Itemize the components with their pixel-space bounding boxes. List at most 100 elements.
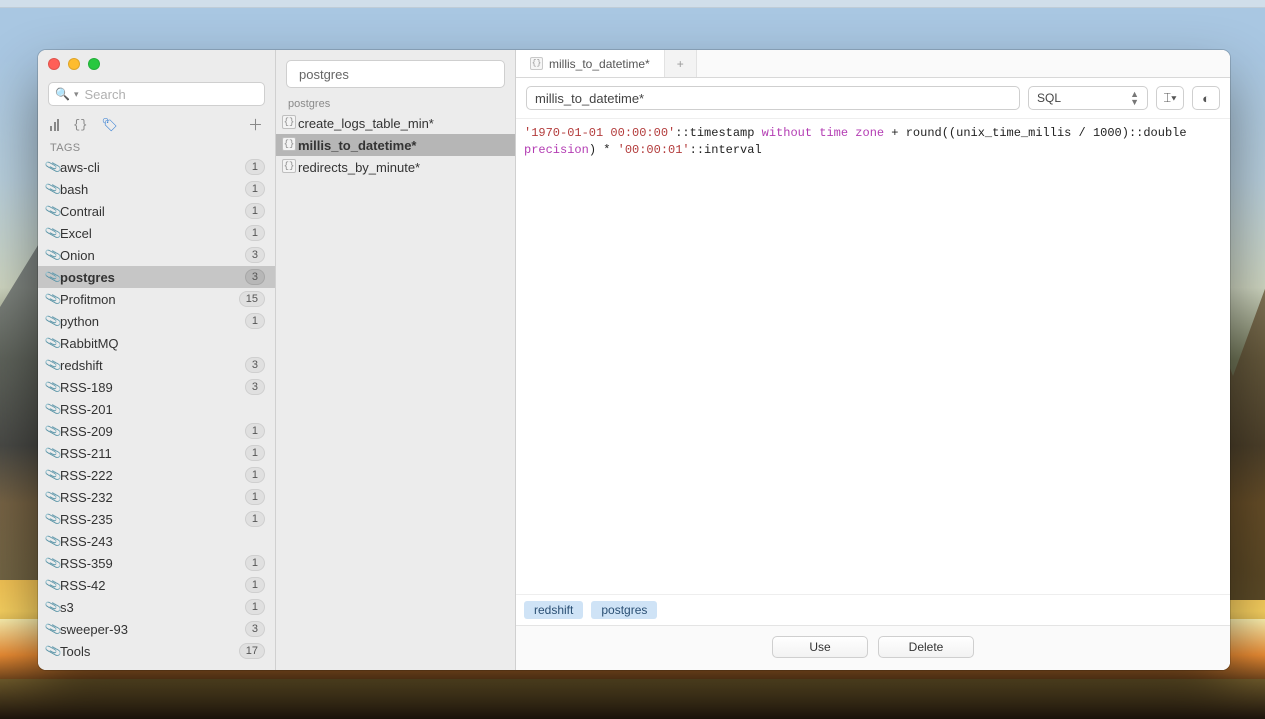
code-token: '00:00:01' xyxy=(618,143,690,157)
code-token: precision xyxy=(524,143,589,157)
editor-tab[interactable]: {} millis_to_datetime* xyxy=(516,50,665,77)
tag-count-badge: 1 xyxy=(245,599,265,615)
snippet-title-input[interactable] xyxy=(526,86,1020,110)
snippet-row[interactable]: {}redirects_by_minute* xyxy=(276,156,515,178)
tag-icon[interactable]: 🏷 xyxy=(101,117,118,133)
snippet-filter-field[interactable]: postgres xyxy=(286,60,505,88)
search-scope-chevron-icon[interactable]: ▾ xyxy=(74,89,79,100)
tag-count-badge: 1 xyxy=(245,489,265,505)
snippet-group-label: postgres xyxy=(276,94,515,112)
language-select[interactable]: SQL ▲▼ xyxy=(1028,86,1148,110)
delete-button[interactable]: Delete xyxy=(878,636,974,658)
tag-row[interactable]: 📎aws-cli1 xyxy=(38,156,275,178)
snippet-title: millis_to_datetime* xyxy=(298,138,417,153)
tag-row[interactable]: 📎RSS-2221 xyxy=(38,464,275,486)
snippet-list-panel: postgres postgres {}create_logs_table_mi… xyxy=(276,50,516,670)
tag-name: RSS-201 xyxy=(60,402,265,417)
tag-name: RSS-222 xyxy=(60,468,245,483)
tag-count-badge: 1 xyxy=(245,225,265,241)
code-token: + round((unix_time_millis / 1000)::doubl… xyxy=(884,126,1194,140)
tag-row[interactable]: 📎RSS-201 xyxy=(38,398,275,420)
tag-name: sweeper-93 xyxy=(60,622,245,637)
snippet-row[interactable]: {}millis_to_datetime* xyxy=(276,134,515,156)
tag-row[interactable]: 📎RSS-243 xyxy=(38,530,275,552)
traffic-lights xyxy=(48,58,100,70)
tag-name: RSS-211 xyxy=(60,446,245,461)
tag-name: RSS-189 xyxy=(60,380,245,395)
new-tab-button[interactable]: + xyxy=(665,50,697,77)
editor-toolbar: SQL ▲▼ ⌶▾ ◐ xyxy=(516,78,1230,118)
tag-row[interactable]: 📎Excel1 xyxy=(38,222,275,244)
tag-row[interactable]: 📎RSS-2351 xyxy=(38,508,275,530)
close-window-button[interactable] xyxy=(48,58,60,70)
editor-tab-title: millis_to_datetime* xyxy=(549,57,650,71)
tag-count-badge: 1 xyxy=(245,577,265,593)
tag-row[interactable]: 📎sweeper-933 xyxy=(38,618,275,640)
tag-name: RSS-232 xyxy=(60,490,245,505)
sidebar-mode-switcher: {} 🏷 ＋ xyxy=(38,112,275,139)
tag-row[interactable]: 📎RSS-2321 xyxy=(38,486,275,508)
minimize-window-button[interactable] xyxy=(68,58,80,70)
snippet-list: {}create_logs_table_min*{}millis_to_date… xyxy=(276,112,515,178)
tag-row[interactable]: 📎RSS-1893 xyxy=(38,376,275,398)
search-input[interactable] xyxy=(82,86,262,103)
tag-count-badge: 3 xyxy=(245,621,265,637)
tag-count-badge: 3 xyxy=(245,247,265,263)
tag-row[interactable]: 📎RSS-421 xyxy=(38,574,275,596)
editor-tab-bar: {} millis_to_datetime* + xyxy=(516,50,1230,78)
code-token: time xyxy=(819,126,848,140)
tag-row[interactable]: 📎RSS-2111 xyxy=(38,442,275,464)
tag-count-badge: 1 xyxy=(245,445,265,461)
code-token: ::interval xyxy=(690,143,762,157)
code-snippet-icon: {} xyxy=(530,57,543,70)
tag-name: s3 xyxy=(60,600,245,615)
tag-name: RabbitMQ xyxy=(60,336,265,351)
code-editor[interactable]: '1970-01-01 00:00:00'::timestamp without… xyxy=(516,118,1230,595)
tag-count-badge: 1 xyxy=(245,555,265,571)
tag-row[interactable]: 📎python1 xyxy=(38,310,275,332)
app-window: 🔍 ▾ {} 🏷 ＋ TAGS 📎aws-cli1📎bash1📎Contrail… xyxy=(38,50,1230,670)
cursor-mode-button[interactable]: ⌶▾ xyxy=(1156,86,1184,110)
code-token: ) * xyxy=(589,143,618,157)
braces-icon[interactable]: {} xyxy=(73,118,87,132)
tag-row[interactable]: 📎redshift3 xyxy=(38,354,275,376)
text-cursor-icon: ⌶▾ xyxy=(1163,90,1176,106)
tag-chip[interactable]: redshift xyxy=(524,601,583,619)
search-icon: 🔍 xyxy=(55,87,70,101)
tag-name: RSS-42 xyxy=(60,578,245,593)
tag-row[interactable]: 📎RabbitMQ xyxy=(38,332,275,354)
tag-name: aws-cli xyxy=(60,160,245,175)
tag-count-badge: 1 xyxy=(245,159,265,175)
stats-icon[interactable] xyxy=(50,119,59,131)
tag-name: Tools xyxy=(60,644,239,659)
snippet-title: create_logs_table_min* xyxy=(298,116,434,131)
tag-name: RSS-243 xyxy=(60,534,265,549)
tag-count-badge: 3 xyxy=(245,357,265,373)
snippet-row[interactable]: {}create_logs_table_min* xyxy=(276,112,515,134)
editor-action-bar: Use Delete xyxy=(516,625,1230,670)
add-tag-button[interactable]: ＋ xyxy=(248,114,263,135)
tag-row[interactable]: 📎bash1 xyxy=(38,178,275,200)
search-field[interactable]: 🔍 ▾ xyxy=(48,82,265,106)
tag-count-badge: 1 xyxy=(245,313,265,329)
zoom-window-button[interactable] xyxy=(88,58,100,70)
tag-name: python xyxy=(60,314,245,329)
code-snippet-icon: {} xyxy=(282,115,296,129)
tag-row[interactable]: 📎RSS-3591 xyxy=(38,552,275,574)
tag-row[interactable]: 📎Profitmon15 xyxy=(38,288,275,310)
tag-row[interactable]: 📎postgres3 xyxy=(38,266,275,288)
tag-row[interactable]: 📎Onion3 xyxy=(38,244,275,266)
tags-section-label: TAGS xyxy=(38,139,275,156)
language-select-value: SQL xyxy=(1037,91,1061,105)
tag-row[interactable]: 📎s31 xyxy=(38,596,275,618)
tag-count-badge: 15 xyxy=(239,291,265,307)
tag-row[interactable]: 📎Tools17 xyxy=(38,640,275,662)
tag-row[interactable]: 📎RSS-2091 xyxy=(38,420,275,442)
tag-row[interactable]: 📎Contrail1 xyxy=(38,200,275,222)
tag-name: bash xyxy=(60,182,245,197)
contrast-toggle-button[interactable]: ◐ xyxy=(1192,86,1220,110)
tag-name: Contrail xyxy=(60,204,245,219)
tag-count-badge: 1 xyxy=(245,203,265,219)
tag-chip[interactable]: postgres xyxy=(591,601,657,619)
use-button[interactable]: Use xyxy=(772,636,868,658)
